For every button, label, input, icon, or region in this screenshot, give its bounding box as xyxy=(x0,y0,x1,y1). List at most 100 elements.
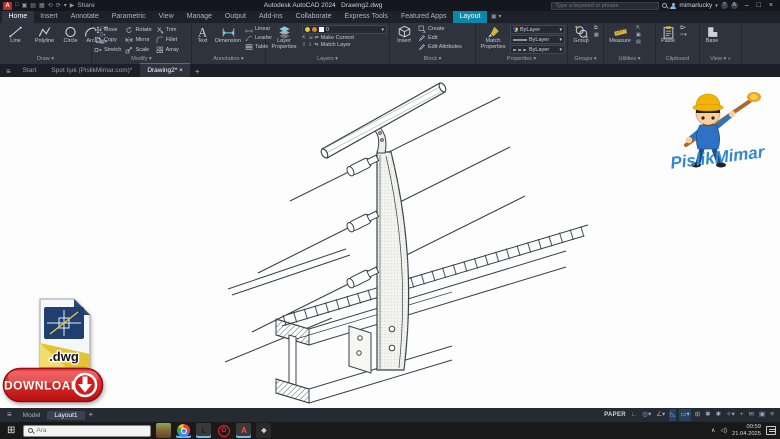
color-select[interactable]: ByLayer ▾ xyxy=(510,25,565,34)
close-icon[interactable]: × xyxy=(179,67,183,74)
chevron-down-icon[interactable]: ▾ xyxy=(715,3,718,9)
username[interactable]: mimarlucky xyxy=(679,2,712,9)
new-drawing-button[interactable]: + xyxy=(191,67,204,77)
quick-access-icon[interactable]: ▦ xyxy=(39,2,45,9)
ribbon-tab[interactable]: Manage xyxy=(180,11,218,23)
status-toggle-icon[interactable]: ✉ xyxy=(748,409,755,421)
ungroup-icon[interactable]: ⧉ xyxy=(594,25,599,31)
rotate-button[interactable]: Rotate xyxy=(125,26,151,34)
make-current-button[interactable]: ⇱⇲⇄ Make Current xyxy=(302,35,387,41)
quick-select-icon[interactable]: ⇱ xyxy=(636,25,641,31)
panel-label-layers[interactable]: Layers ▾ xyxy=(266,55,389,64)
polyline-button[interactable]: Polyline xyxy=(31,25,58,55)
status-toggle-icon[interactable]: ⊞ xyxy=(694,409,701,421)
edit-block-button[interactable]: Edit xyxy=(418,34,462,42)
launcher-app-icon[interactable]: L xyxy=(196,423,211,438)
panel-label-clipboard[interactable]: Clipboard xyxy=(656,55,699,64)
panel-label-annotation[interactable]: Annotation ▾ xyxy=(192,55,265,64)
layer-properties-button[interactable]: Layer Properties xyxy=(268,25,300,55)
ribbon-tab[interactable]: Output xyxy=(218,11,252,23)
new-layout-button[interactable]: + xyxy=(85,410,98,420)
ribbon-tab[interactable]: Featured Apps xyxy=(394,11,453,23)
file-tab-spotisik[interactable]: Spot Işık (PislikMimar.com)* xyxy=(44,64,139,77)
window-control-button[interactable]: × xyxy=(769,2,773,9)
ribbon-tab[interactable]: Annotate xyxy=(64,11,105,23)
autocad-taskbar-icon[interactable]: A xyxy=(236,423,251,438)
tray-expand-icon[interactable]: ∧ xyxy=(711,427,715,434)
status-toggle-icon[interactable]: ✧▾ xyxy=(725,409,736,421)
taskbar-search[interactable] xyxy=(23,425,151,437)
file-tab-menu-icon[interactable]: ≡ xyxy=(2,67,15,77)
group-button[interactable]: Group xyxy=(570,25,592,55)
status-toggle-icon[interactable]: ◎▾ xyxy=(641,409,652,421)
window-control-button[interactable]: – xyxy=(745,2,749,9)
share-button[interactable]: Share xyxy=(77,2,94,9)
group-edit-icon[interactable]: ▦ xyxy=(594,32,599,38)
autocad-app-icon[interactable]: A xyxy=(3,2,12,10)
insert-block-button[interactable]: Insert xyxy=(392,25,416,55)
trim-button[interactable]: Trim xyxy=(156,26,179,34)
download-button[interactable]: DOWNLOAD xyxy=(2,367,104,403)
mirror-button[interactable]: Mirror xyxy=(125,36,151,44)
start-button[interactable]: ⊞ xyxy=(4,422,18,439)
ribbon-tab[interactable]: View xyxy=(152,11,180,23)
calculator-icon[interactable]: ▤ xyxy=(636,39,641,45)
speaker-icon[interactable]: ◁) xyxy=(720,427,727,434)
status-toggle-icon[interactable]: ▭▾ xyxy=(679,409,690,421)
quick-access-icon[interactable]: □ xyxy=(15,2,19,9)
quick-access-icon[interactable]: ⟳ xyxy=(56,2,61,9)
ribbon-tab[interactable]: Add-ins xyxy=(252,11,289,23)
layout-menu-icon[interactable]: ≡ xyxy=(3,410,16,420)
panel-label-properties[interactable]: Properties ▾ xyxy=(476,55,567,64)
clock[interactable]: 00:59 21.04.2025 xyxy=(732,424,761,437)
status-toggle-icon[interactable]: ≡ xyxy=(769,409,775,421)
drawing-canvas[interactable]: PislikMimar .dwg xyxy=(0,77,780,408)
tab-model[interactable]: Model xyxy=(16,411,48,420)
status-toggle-icon[interactable]: ◺ xyxy=(669,409,676,421)
match-properties-button[interactable]: Match Properties xyxy=(478,25,508,55)
window-control-button[interactable]: □ xyxy=(757,2,761,9)
lineweight-select[interactable]: ByLayer ▾ xyxy=(510,35,565,44)
panel-label-groups[interactable]: Groups ▾ xyxy=(568,55,603,64)
status-toggle-icon[interactable]: ∠▾ xyxy=(655,409,666,421)
paste-button[interactable]: Paste xyxy=(658,25,678,55)
ribbon-options-icon[interactable]: ▣ ▾ xyxy=(487,11,505,23)
status-toggle-icon[interactable]: ▣ xyxy=(758,409,766,421)
linetype-select[interactable]: ByLayer ▾ xyxy=(510,45,565,54)
ribbon-tab[interactable]: Parametric xyxy=(105,11,152,23)
file-tab-drawing2[interactable]: Drawing2* × xyxy=(140,63,190,77)
quick-access-icon[interactable]: ▤ xyxy=(30,2,36,9)
panel-label-utilities[interactable]: Utilities ▾ xyxy=(604,55,655,64)
array-button[interactable]: Array xyxy=(156,46,179,54)
ribbon-tab[interactable]: Express Tools xyxy=(338,11,394,23)
search-icon[interactable] xyxy=(662,3,667,8)
layer-select[interactable]: 0 ▾ xyxy=(302,25,387,34)
create-block-button[interactable]: Create xyxy=(418,25,462,33)
quick-access-icon[interactable]: ▶ xyxy=(70,2,75,9)
chrome-icon[interactable] xyxy=(176,423,191,438)
text-button[interactable]: Text xyxy=(194,25,211,55)
help-search-input[interactable] xyxy=(551,2,659,10)
move-button[interactable]: Move xyxy=(94,26,121,34)
circle-button[interactable]: Circle xyxy=(60,25,81,55)
id-point-icon[interactable]: ▣ xyxy=(636,32,641,38)
autodesk-apps-icon[interactable]: A xyxy=(731,2,738,9)
edit-attributes-button[interactable]: Edit Attributes xyxy=(418,43,462,51)
tab-layout1[interactable]: Layout1 xyxy=(47,411,84,420)
line-button[interactable]: Line xyxy=(2,25,29,55)
cut-clip-icon[interactable]: ✂▾ xyxy=(680,32,687,38)
paw-app-icon[interactable]: ❖ xyxy=(256,423,271,438)
quick-access-icon[interactable]: ▾ xyxy=(64,2,67,9)
taskbar-search-input[interactable] xyxy=(36,427,126,434)
fillet-button[interactable]: Fillet xyxy=(156,36,179,44)
status-toggle-icon[interactable]: + xyxy=(739,409,745,421)
dwg-file-icon[interactable]: .dwg xyxy=(32,296,96,370)
opera-icon[interactable]: O xyxy=(216,423,231,438)
match-layer-button[interactable]: ⇧⇩⇆ Match Layer xyxy=(302,42,387,48)
copy-clip-icon[interactable]: ⧉▾ xyxy=(680,25,687,31)
ribbon-tab[interactable]: Home xyxy=(2,11,34,23)
stretch-button[interactable]: Stretch xyxy=(94,46,121,54)
ribbon-tab[interactable]: Layout xyxy=(453,11,487,23)
panel-label-draw[interactable]: Draw ▾ xyxy=(0,55,91,64)
base-view-button[interactable]: Base xyxy=(702,25,722,55)
